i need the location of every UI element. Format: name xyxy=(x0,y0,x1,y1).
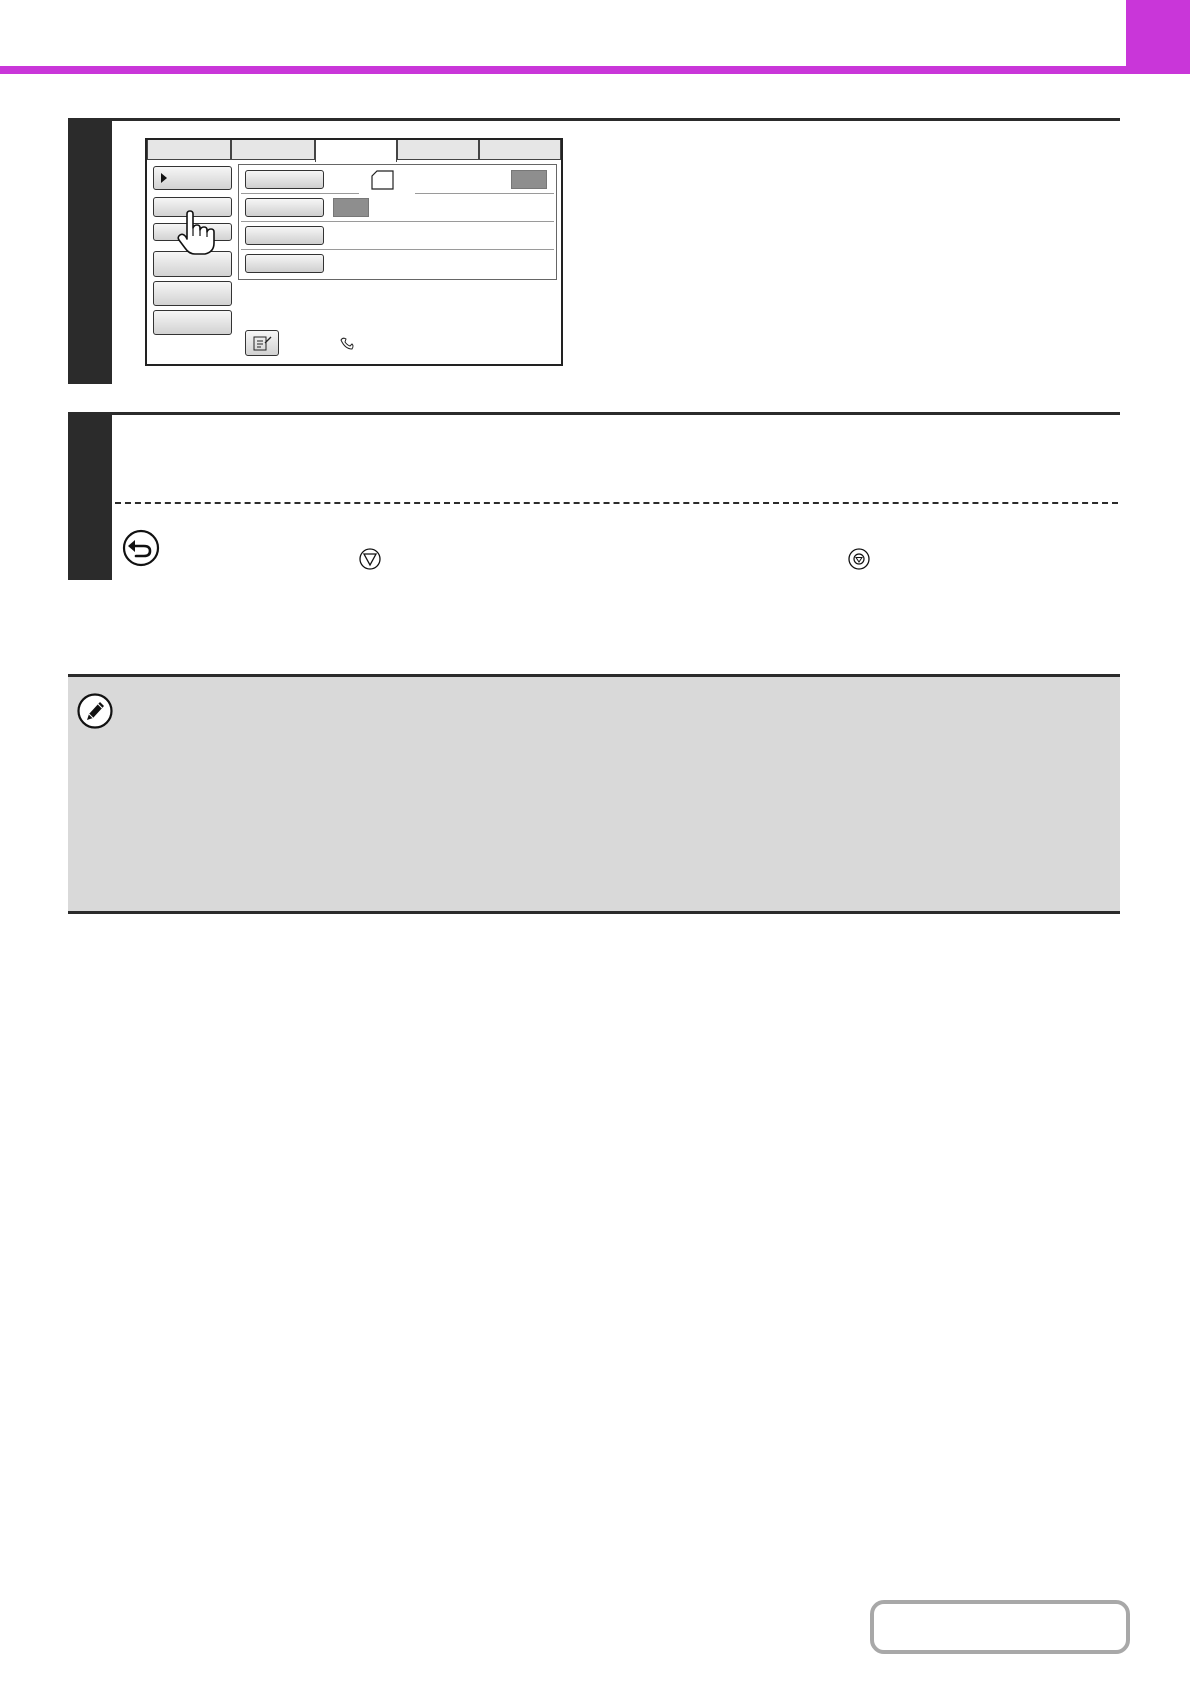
step-1-rule xyxy=(68,118,1120,121)
job-status-button[interactable] xyxy=(245,330,279,356)
settings-row-2-button[interactable] xyxy=(245,198,324,217)
return-arrow-icon xyxy=(122,529,160,567)
panel-tab-5[interactable] xyxy=(479,140,561,160)
settings-row-3-button[interactable] xyxy=(245,226,324,245)
panel-tab-2[interactable] xyxy=(231,140,315,160)
step-1-bar xyxy=(68,118,112,384)
dashed-separator xyxy=(115,502,1118,504)
settings-row-divider xyxy=(415,193,554,194)
panel-left-button-5[interactable] xyxy=(153,281,232,306)
chapter-tab xyxy=(1126,0,1190,74)
step-2-rule xyxy=(68,412,1120,415)
panel-left-button-6[interactable] xyxy=(153,310,232,335)
header-rule xyxy=(0,66,1190,74)
stop-key-icon xyxy=(359,548,381,570)
settings-row-divider xyxy=(241,249,554,250)
settings-row-1-chip xyxy=(511,170,547,189)
note-box xyxy=(68,674,1120,914)
settings-row-divider xyxy=(241,221,554,222)
job-status-icon xyxy=(253,336,272,351)
settings-list xyxy=(238,164,557,280)
fax-line-icon xyxy=(340,337,354,350)
settings-row-1-button[interactable] xyxy=(245,170,324,189)
panel-left-button-1[interactable] xyxy=(153,166,232,190)
panel-tab-4[interactable] xyxy=(397,140,479,160)
settings-row-4-button[interactable] xyxy=(245,254,324,273)
paper-orientation-icon xyxy=(371,170,394,190)
touch-panel-screenshot xyxy=(145,138,563,366)
panel-tab-3-active[interactable] xyxy=(315,140,397,162)
contents-button[interactable] xyxy=(870,1600,1130,1654)
triangle-right-icon xyxy=(161,173,167,183)
step-2-bar xyxy=(68,412,112,580)
settings-row-2-chip xyxy=(333,198,369,217)
clear-all-key-icon xyxy=(848,548,870,570)
pencil-note-icon xyxy=(77,693,113,729)
pointing-hand-icon xyxy=(177,210,215,255)
panel-tab-1[interactable] xyxy=(147,140,231,160)
settings-row-divider xyxy=(241,193,359,194)
